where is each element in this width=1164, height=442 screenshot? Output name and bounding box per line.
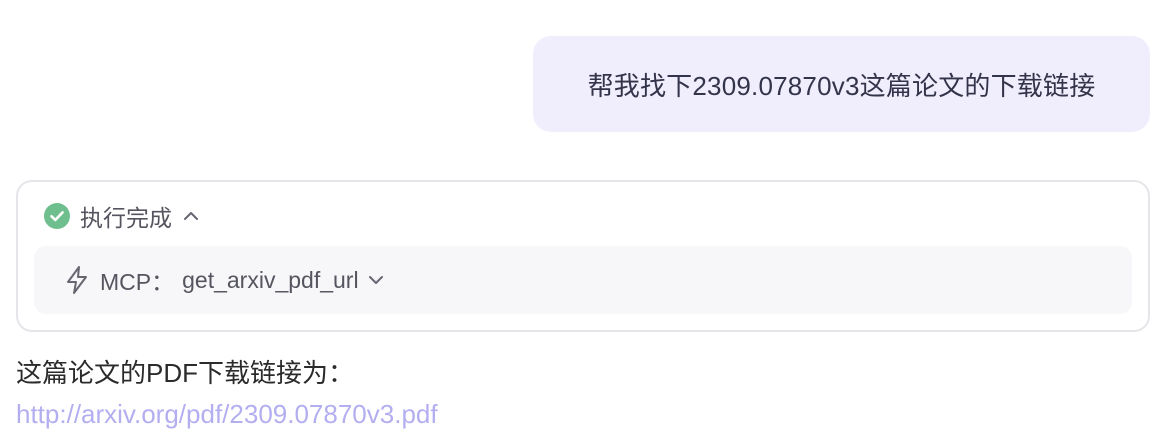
check-circle-icon xyxy=(44,203,70,229)
pdf-download-link[interactable]: http://arxiv.org/pdf/2309.07870v3.pdf xyxy=(16,399,438,430)
user-message-text: 帮我找下2309.07870v3这篇论文的下载链接 xyxy=(587,70,1096,101)
execution-card: 执行完成 MCP： get_arxiv_pdf_url xyxy=(16,180,1150,332)
bolt-icon xyxy=(64,265,90,295)
chevron-up-icon xyxy=(182,207,200,225)
tool-call-row[interactable]: MCP： get_arxiv_pdf_url xyxy=(34,246,1132,314)
execution-status-label: 执行完成 xyxy=(80,205,172,231)
assistant-message-text: 这篇论文的PDF下载链接为： xyxy=(16,358,355,388)
execution-status-toggle[interactable]: 执行完成 xyxy=(44,202,200,231)
chevron-down-icon xyxy=(367,271,385,289)
tool-name-label: get_arxiv_pdf_url xyxy=(182,266,359,293)
user-message-bubble: 帮我找下2309.07870v3这篇论文的下载链接 xyxy=(533,36,1150,132)
tool-prefix-label: MCP： xyxy=(100,269,175,295)
